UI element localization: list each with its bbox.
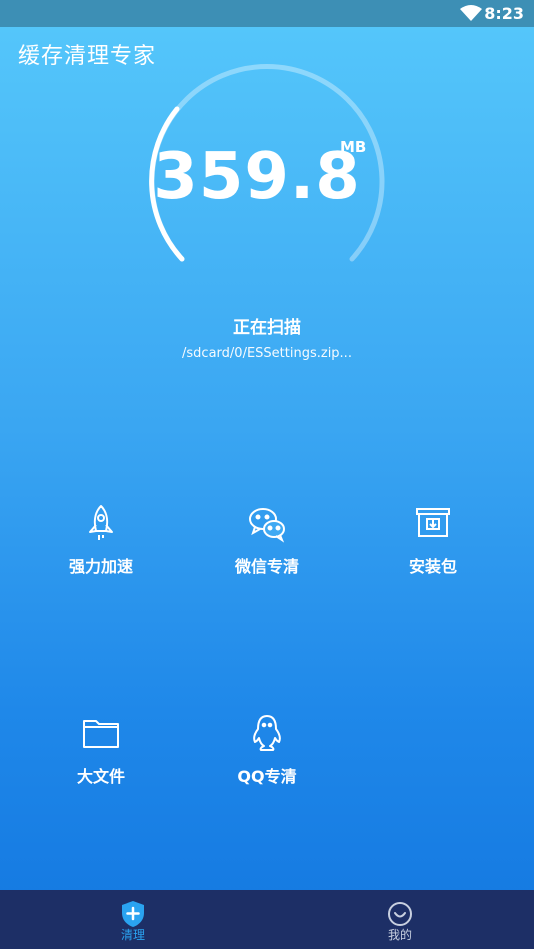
archive-box-icon: [416, 508, 450, 537]
nav-tab-label: 清理: [120, 928, 145, 942]
nav-tab-clean[interactable]: 清理: [73, 890, 193, 949]
scan-current-path: /sdcard/0/ESSettings.zip...: [182, 346, 352, 361]
feature-label: QQ专清: [237, 767, 297, 786]
feature-large-files[interactable]: 大文件: [21, 713, 181, 787]
status-time: 8:23: [484, 4, 524, 23]
cache-size-value: 359.8: [153, 140, 361, 214]
smiley-icon: [388, 902, 412, 926]
status-bar: 8:23: [0, 0, 534, 27]
nav-tab-mine[interactable]: 我的: [340, 890, 460, 949]
shield-plus-icon: [122, 901, 144, 927]
cache-size-unit: MB: [340, 138, 367, 156]
feature-apk[interactable]: 安装包: [353, 503, 513, 577]
folder-icon: [83, 720, 119, 748]
feature-label: 微信专清: [234, 557, 299, 576]
bottom-nav: 清理 我的: [0, 890, 534, 949]
qq-penguin-icon: [253, 715, 281, 751]
feature-qq-clean[interactable]: QQ专清: [187, 713, 347, 787]
app-title: 缓存清理专家: [18, 44, 157, 69]
nav-tab-label: 我的: [387, 928, 412, 942]
scan-status: 正在扫描: [233, 318, 301, 338]
feature-label: 大文件: [76, 767, 125, 786]
feature-boost[interactable]: 强力加速: [21, 503, 181, 577]
feature-label: 强力加速: [68, 557, 133, 576]
feature-wechat-clean[interactable]: 微信专清: [187, 503, 347, 577]
wifi-icon: [460, 5, 482, 21]
feature-label: 安装包: [408, 557, 457, 576]
wechat-icon: [249, 508, 285, 543]
rocket-icon: [89, 505, 113, 540]
